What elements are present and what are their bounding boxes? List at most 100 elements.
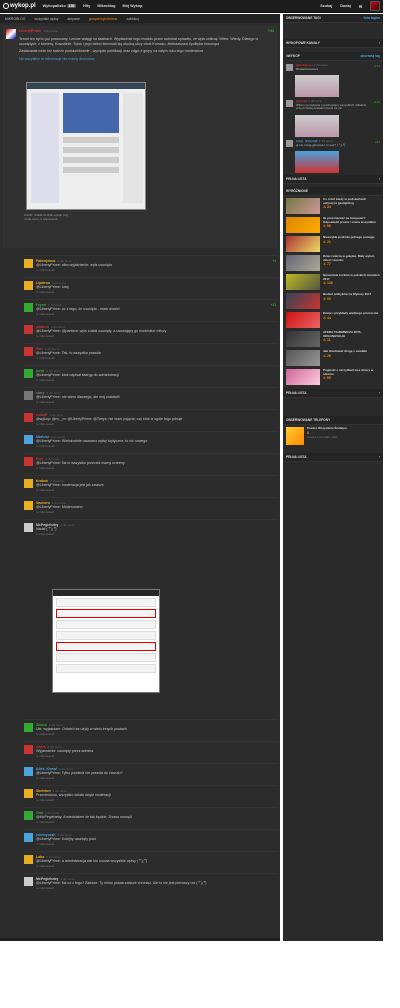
reply-link[interactable]: ↳ Odpowiedz xyxy=(36,466,54,470)
count-badge: 156 xyxy=(66,4,77,8)
avatar[interactable] xyxy=(24,347,33,356)
avatar[interactable] xyxy=(6,29,16,39)
reply-link[interactable]: ↳ Odpowiedz xyxy=(36,532,54,536)
entry-image[interactable] xyxy=(295,151,339,174)
avatar[interactable] xyxy=(24,435,33,444)
observe-tag-link[interactable]: obserwuj tag xyxy=(360,54,380,58)
add-link[interactable]: Dodaj xyxy=(340,4,351,8)
avatar[interactable] xyxy=(24,281,33,290)
full-list-link-2[interactable]: PEŁNA LISTA xyxy=(286,391,307,395)
avatar[interactable] xyxy=(24,723,33,732)
popular-item[interactable]: Co robić kiedy w podsłuchach usłyszysz g… xyxy=(283,196,383,215)
reply-link[interactable]: ↳ Odpowiedz xyxy=(36,754,54,758)
subnav-all[interactable]: wszystkie wpisy xyxy=(35,17,59,21)
reply-link[interactable]: ↳ Odpowiedz xyxy=(36,864,54,868)
post-author[interactable]: LibertyPrime xyxy=(19,29,41,33)
chevron-right-icon[interactable]: › xyxy=(379,41,380,45)
search-link[interactable]: Szukaj xyxy=(320,4,332,8)
full-list-link-3[interactable]: PEŁNA LISTA xyxy=(286,455,307,459)
comment-text: @LibertyPrime: tutaj xyxy=(36,285,69,290)
popular-item[interactable]: Dzieci wierzą w gołębie. Mały wybór, dzi… xyxy=(283,253,383,272)
comment-text: @LibertyPrime: nie wiem dlaczego, ale mó… xyxy=(36,395,120,400)
reply-link[interactable]: ↳ Odpowiedz xyxy=(36,444,54,448)
nav-moj-wykop[interactable]: Mój Wykop xyxy=(123,4,143,8)
avatar[interactable] xyxy=(24,391,33,400)
tag-entry[interactable]: rotaz_drewniak 2 dni temu ja nie mogę gło… xyxy=(283,137,383,174)
reply-link[interactable]: ↳ Odpowiedz xyxy=(36,820,54,824)
avatar xyxy=(286,64,293,71)
embedded-screenshot[interactable] xyxy=(26,82,146,210)
popular-item[interactable]: AFERA TAJEMNICZA W PL. ORGANIZACJA ♨ 11 xyxy=(283,329,383,348)
reply-link[interactable]: ↳ Odpowiedz xyxy=(36,488,54,492)
wykop-logo[interactable]: wykop.pl xyxy=(3,3,36,9)
popular-item[interactable]: Jak zbudować drogę z sandału ♨ 26 xyxy=(283,348,383,367)
avatar[interactable] xyxy=(24,855,33,864)
avatar[interactable] xyxy=(24,745,33,754)
reply-link[interactable]: ↳ Odpowiedz xyxy=(36,510,54,514)
vote-count[interactable]: +1 xyxy=(272,259,276,263)
tag-entry[interactable]: jatenkamicz 2 dni temu #bekazlewactwa +174 xyxy=(283,61,383,98)
nav-mikroblog[interactable]: Mikroblog xyxy=(97,4,115,8)
popular-item[interactable]: Narastanie korków w polskich miastach 20… xyxy=(283,272,383,291)
vote-count[interactable]: +33 xyxy=(268,29,274,33)
vote-count[interactable]: +11 xyxy=(271,303,276,307)
reply-link[interactable]: ↳ Odpowiedz xyxy=(36,842,54,846)
subnav-hot[interactable]: gorące/wyróżnione xyxy=(89,17,117,21)
popular-item[interactable]: Dzieje i przykłady wielkiego piszczenia ♨… xyxy=(283,310,383,329)
reply-link[interactable]: ↳ Odpowiedz xyxy=(36,290,54,294)
small-item[interactable]: Pozdro Wszystkim Śmiałym 8 polecił: Fusrod… xyxy=(283,425,383,449)
entry-image[interactable] xyxy=(295,114,339,137)
entry-votes: +174 xyxy=(373,64,380,68)
subnav-active[interactable]: aktywne xyxy=(67,17,79,21)
reply-link[interactable]: ↳ Odpowiedz xyxy=(36,356,54,360)
avatar[interactable] xyxy=(24,877,33,886)
popular-votes: ♨ 66 xyxy=(323,224,331,229)
avatar[interactable] xyxy=(24,369,33,378)
avatar[interactable] xyxy=(24,303,33,312)
entry-image[interactable] xyxy=(295,75,339,98)
chevron-right-icon[interactable]: › xyxy=(379,391,380,395)
user-avatar[interactable] xyxy=(370,1,380,11)
reply-link[interactable]: ↳ Odpowiedz xyxy=(36,334,54,338)
comment: McPegieheby 2 dni temu @LibertyPrime: Na c… xyxy=(24,873,278,895)
reply-link[interactable]: ↳ Odpowiedz xyxy=(36,798,54,802)
nav-hity[interactable]: Hity xyxy=(83,4,90,8)
chevron-right-icon[interactable]: › xyxy=(379,455,380,459)
avatar[interactable] xyxy=(24,767,33,776)
reply-link[interactable]: ↳ Odpowiedz xyxy=(36,422,54,426)
avatar[interactable] xyxy=(24,501,33,510)
subnav-block[interactable]: zablokuj xyxy=(126,17,138,21)
nav-wykopalisko[interactable]: Wykopalisko 156 xyxy=(43,4,77,8)
reply-link[interactable]: ↳ Odpowiedz xyxy=(36,268,54,272)
chevron-right-icon[interactable]: › xyxy=(379,177,380,181)
tags-list-link[interactable]: lista tagów xyxy=(364,16,380,20)
avatar[interactable] xyxy=(24,413,33,422)
avatar[interactable] xyxy=(24,479,33,488)
popular-item[interactable]: Ile przeznaczać na komputer? Odpowiedź p… xyxy=(283,215,383,234)
reply-link[interactable]: ↳ Odpowiedz xyxy=(36,312,54,316)
mail-icon[interactable]: ✉ xyxy=(359,4,362,9)
full-list-link[interactable]: PEŁNA LISTA xyxy=(286,177,307,181)
popular-item[interactable]: Budżet polityków na Wybory 2017 ♨ 93 xyxy=(283,291,383,310)
reply-link[interactable]: ↳ Odpowiedz xyxy=(36,886,54,890)
avatar[interactable] xyxy=(24,789,33,798)
logo-icon xyxy=(3,3,9,9)
comment: Mariusz 2 dni temu @LibertyPrime: Wielokro… xyxy=(24,431,278,453)
reply-link[interactable]: ↳ Odpowiedz xyxy=(36,732,54,736)
avatar[interactable] xyxy=(24,457,33,466)
avatar[interactable] xyxy=(24,325,33,334)
avatar[interactable] xyxy=(24,833,33,842)
avatar[interactable] xyxy=(24,811,33,820)
reply-link[interactable]: ↳ Odpowiedz xyxy=(36,776,54,780)
small-title: Pozdro Wszystkim Śmiałym xyxy=(307,426,347,431)
channels-header[interactable]: WYKOPOWE KANAŁY xyxy=(286,41,320,45)
popular-item[interactable]: Niezwykłe podróże jednego pociągu ♨ 21 xyxy=(283,234,383,253)
popular-item[interactable]: Pogłoski o skrzydłach bez dziury w rdzen… xyxy=(283,367,383,386)
avatar[interactable] xyxy=(24,259,33,268)
reply-link[interactable]: ↳ Odpowiedz xyxy=(36,378,54,382)
avatar[interactable] xyxy=(24,523,33,532)
tag-entry[interactable]: pazurek 2 dni temu Witam na wykopie i poz… xyxy=(283,97,383,137)
subnav-title: MIKROBLOG xyxy=(5,16,26,21)
embedded-comment-screenshot[interactable] xyxy=(52,589,160,693)
reply-link[interactable]: ↳ Odpowiedz xyxy=(36,400,54,404)
